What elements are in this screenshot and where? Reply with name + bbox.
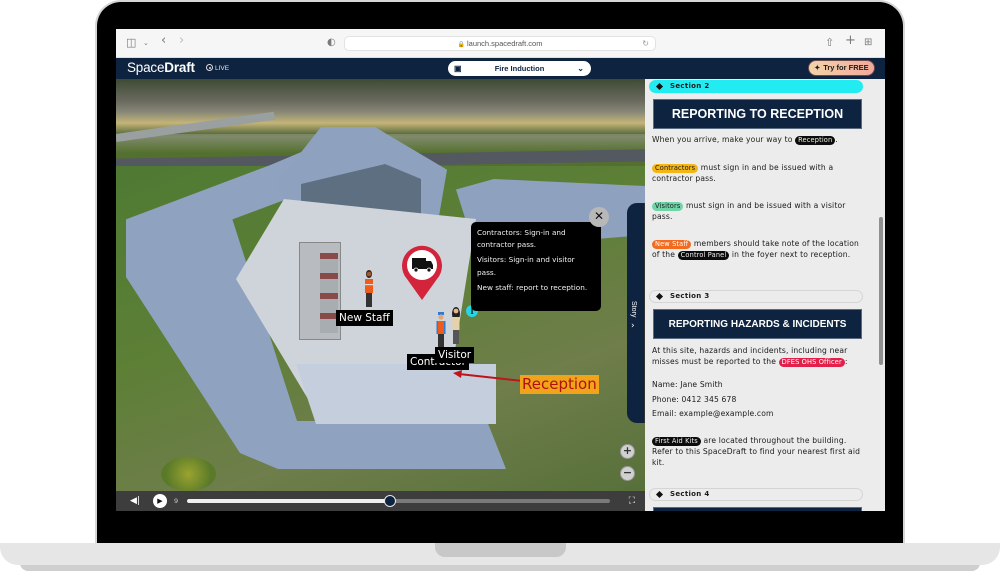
new-staff-label[interactable]: New Staff bbox=[336, 310, 393, 326]
diamond-icon bbox=[655, 292, 664, 301]
new-staff-avatar[interactable] bbox=[363, 269, 375, 309]
fullscreen-icon[interactable]: ⛶ bbox=[629, 495, 635, 507]
section-3-paragraph: At this site, hazards and incidents, inc… bbox=[652, 346, 864, 368]
live-label: LIVE bbox=[215, 65, 230, 72]
magic-wand-icon: ✦ bbox=[814, 65, 821, 72]
contact-name: Name: Jane Smith bbox=[652, 380, 723, 389]
story-panel: Section 2 REPORTING TO RECEPTION When yo… bbox=[645, 79, 885, 511]
back-icon[interactable]: ‹ bbox=[161, 34, 166, 48]
logo-text-light: Space bbox=[127, 60, 165, 75]
panel-scrollbar[interactable] bbox=[879, 217, 883, 365]
reception-arrow bbox=[453, 370, 524, 382]
zoom-out-button[interactable]: − bbox=[620, 466, 635, 481]
contractor-avatar[interactable] bbox=[435, 311, 447, 351]
timeline-progress bbox=[187, 499, 391, 503]
new-staff-tag[interactable]: New Staff bbox=[652, 240, 692, 249]
skip-back-icon[interactable]: ◀​| bbox=[130, 495, 140, 507]
poi-pin-delivery[interactable] bbox=[400, 243, 444, 301]
zoom-in-button[interactable]: + bbox=[620, 444, 635, 459]
tooltip-line: Visitors: Sign-in and visitor pass. bbox=[477, 255, 575, 277]
contractors-tag[interactable]: Contractors bbox=[652, 164, 699, 173]
timeline-bar: ◀​| ▶ 9 ⛶ bbox=[116, 491, 645, 511]
chevron-down-icon: ⌄ bbox=[577, 64, 584, 73]
visitor-avatar[interactable] bbox=[450, 306, 462, 346]
story-tab-label: Story bbox=[630, 301, 637, 318]
spacedraft-logo[interactable]: SpaceDraft bbox=[127, 60, 195, 75]
ohs-officer-tag[interactable]: DFES OHS Officer bbox=[778, 357, 845, 367]
diamond-icon bbox=[655, 82, 664, 91]
tooltip-close-button[interactable]: ✕ bbox=[589, 207, 609, 227]
logo-text-bold: Draft bbox=[164, 60, 195, 75]
chevron-down-icon[interactable]: ⌄ bbox=[143, 36, 149, 50]
screen: ◫ ⌄ ‹ › ◐ 🔒 launch.spacedraft.com ↻ ⇧ + ⊞… bbox=[116, 29, 885, 511]
laptop-notch bbox=[435, 543, 566, 557]
first-aid-kits-tag[interactable]: First Aid Kits bbox=[652, 437, 701, 446]
visitors-tag[interactable]: Visitors bbox=[652, 202, 684, 211]
section-3-paragraph: First Aid Kits are located throughout th… bbox=[652, 436, 864, 468]
live-indicator: LIVE bbox=[206, 64, 229, 72]
story-panel-toggle[interactable]: Story › bbox=[627, 203, 645, 423]
shield-icon[interactable]: ◐ bbox=[327, 36, 336, 50]
layers-icon: ▣ bbox=[454, 64, 462, 73]
url-text: launch.spacedraft.com bbox=[467, 39, 543, 48]
aerial-3d-viewer[interactable]: New Staff Contractor Visitor Reception i… bbox=[116, 79, 645, 491]
browser-toolbar: ◫ ⌄ ‹ › ◐ 🔒 launch.spacedraft.com ↻ ⇧ + ⊞ bbox=[116, 29, 885, 58]
section-2-paragraph: New Staff members should take note of th… bbox=[652, 239, 864, 261]
section-label: Section 2 bbox=[670, 82, 710, 90]
share-icon[interactable]: ⇧ bbox=[825, 36, 834, 50]
reception-tag[interactable]: Reception bbox=[795, 136, 836, 145]
diamond-icon bbox=[655, 490, 664, 499]
section-4-title bbox=[653, 507, 862, 511]
section-2-paragraph: Contractors must sign in and be issued w… bbox=[652, 163, 864, 185]
text: : bbox=[844, 356, 848, 366]
section-2-paragraph: Visitors must sign in and be issued with… bbox=[652, 201, 864, 223]
try-for-free-button[interactable]: ✦ Try for FREE bbox=[808, 60, 875, 76]
scene-dropdown[interactable]: ▣ Fire Induction ⌄ bbox=[448, 61, 591, 76]
address-bar[interactable]: 🔒 launch.spacedraft.com ↻ bbox=[344, 36, 656, 51]
training-tower bbox=[299, 242, 341, 340]
play-button[interactable]: ▶ bbox=[153, 494, 167, 508]
timeline-track[interactable] bbox=[187, 499, 610, 503]
play-icon: ▶ bbox=[157, 497, 163, 505]
timeline-scrubber[interactable] bbox=[384, 495, 397, 507]
tooltip-line: New staff: report to reception. bbox=[477, 282, 588, 292]
section-label: Section 4 bbox=[670, 490, 710, 498]
reload-icon[interactable]: ↻ bbox=[642, 37, 649, 50]
try-free-label: Try for FREE bbox=[823, 63, 869, 72]
lock-icon: 🔒 bbox=[457, 42, 465, 48]
contact-phone: Phone: 0412 345 678 bbox=[652, 395, 737, 404]
forward-icon[interactable]: › bbox=[179, 34, 184, 48]
section-label: Section 3 bbox=[670, 292, 710, 300]
contact-email: Email: example@example.com bbox=[652, 409, 774, 418]
section-2-header[interactable]: Section 2 bbox=[649, 80, 863, 93]
step-count: 9 bbox=[174, 497, 179, 505]
reception-label[interactable]: Reception bbox=[520, 375, 599, 394]
live-icon bbox=[206, 64, 213, 71]
section-4-header[interactable]: Section 4 bbox=[649, 488, 863, 501]
section-2-title: REPORTING TO RECEPTION bbox=[653, 99, 862, 129]
tooltip-line: Contractors: Sign-in and contractor pass… bbox=[477, 228, 566, 250]
sidebar-icon[interactable]: ◫ bbox=[126, 36, 136, 50]
scene-selected-value: Fire Induction bbox=[494, 64, 545, 73]
text: . bbox=[835, 135, 838, 144]
text: in the foyer next to reception. bbox=[729, 249, 851, 259]
visitor-label[interactable]: Visitor bbox=[435, 347, 475, 363]
text: When you arrive, make your way to bbox=[652, 135, 796, 144]
tab-overview-icon[interactable]: ⊞ bbox=[864, 36, 872, 50]
section-2-paragraph: When you arrive, make your way to Recept… bbox=[652, 135, 864, 146]
control-panel-tag[interactable]: Control Panel bbox=[677, 250, 730, 260]
app-header: SpaceDraft LIVE ▣ Fire Induction ⌄ ✦ Try … bbox=[116, 58, 885, 79]
hotspot-tooltip: Contractors: Sign-in and contractor pass… bbox=[471, 222, 601, 311]
section-3-title: REPORTING HAZARDS & INCIDENTS bbox=[653, 309, 862, 339]
section-3-header[interactable]: Section 3 bbox=[649, 290, 863, 303]
bush bbox=[161, 457, 216, 491]
chevron-right-icon: › bbox=[631, 321, 635, 331]
new-tab-icon[interactable]: + bbox=[845, 34, 856, 48]
